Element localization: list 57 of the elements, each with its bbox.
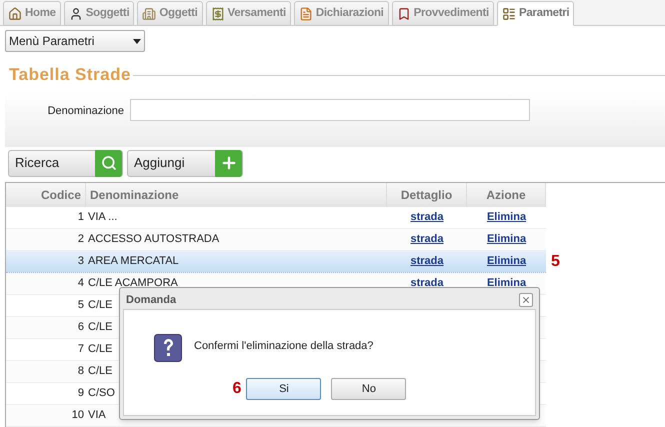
name-cell-text: C/LE [88, 298, 112, 313]
code-cell-text: 2 [76, 232, 85, 247]
dialog-button[interactable]: Si [246, 378, 322, 400]
person-icon [68, 6, 83, 20]
name-cell-text: VIA [88, 408, 106, 423]
name-cell-text: C/LE [88, 342, 112, 357]
document-icon [298, 6, 313, 20]
code-cell-text: 8 [76, 364, 85, 379]
code-cell-text: 4 [76, 276, 85, 291]
name-cell-text: C/LE [88, 320, 112, 335]
detail-link[interactable]: strada [410, 274, 444, 292]
dialog-title: Domanda [126, 292, 176, 308]
code-cell-text: 6 [76, 320, 85, 335]
add-button[interactable]: Aggiungi [127, 150, 243, 176]
bookmark-icon [396, 6, 411, 20]
code-cell-text: 7 [76, 342, 85, 357]
receipt-icon [210, 6, 225, 20]
name-cell-text: C/SO [88, 386, 115, 401]
detail-link[interactable]: strada [410, 252, 444, 270]
home-icon [8, 6, 22, 20]
close-icon [521, 295, 531, 305]
name-cell-text: C/LE ACAMPORA [88, 276, 178, 291]
code-cell-text: 3 [76, 254, 85, 269]
detail-link[interactable]: strada [410, 208, 444, 226]
field-label: Denominazione [46, 104, 125, 118]
detail-link[interactable]: strada [410, 230, 444, 248]
name-cell-text: ACCESSO AUTOSTRADA [88, 232, 220, 247]
name-cell-text: AREA MERCATAL [88, 254, 179, 269]
table-row[interactable]: 2 ACCESSO AUTOSTRADA strada Elimina [6, 228, 546, 250]
table-row[interactable]: 3 AREA MERCATAL strada Elimina [6, 250, 546, 272]
delete-link[interactable]: Elimina [486, 230, 526, 248]
search-icon [100, 155, 116, 171]
dialog-message: Confermi l'eliminazione della strada? [194, 339, 374, 354]
caret-icon [133, 38, 141, 44]
name-cell-text: C/LE [88, 364, 112, 379]
code-cell-text: 10 [70, 408, 85, 423]
delete-link[interactable]: Elimina [486, 252, 526, 270]
table-row[interactable]: 1 VIA ... strada Elimina [6, 206, 546, 228]
building-icon [142, 6, 156, 20]
close-button[interactable] [519, 293, 533, 307]
code-cell-text: 1 [76, 210, 85, 225]
callout-number: 5 [551, 252, 560, 272]
code-cell-text: 9 [76, 386, 85, 401]
table-icon [502, 6, 516, 20]
section-title: Tabella Strade [9, 64, 132, 86]
dialog-button[interactable]: No [331, 378, 406, 400]
plus-icon [220, 154, 238, 172]
delete-link[interactable]: Elimina [486, 274, 526, 292]
denominazione-field[interactable] [130, 98, 530, 120]
menu-dropdown[interactable]: Menù Parametri [5, 30, 145, 52]
nav-tab[interactable]: Parametri [496, 1, 574, 26]
name-cell-text: VIA ... [88, 210, 118, 225]
question-icon [154, 334, 182, 362]
search-button[interactable]: Ricerca [8, 150, 123, 176]
callout-number: 6 [232, 379, 242, 399]
delete-link[interactable]: Elimina [486, 208, 526, 226]
code-cell-text: 5 [76, 298, 85, 313]
